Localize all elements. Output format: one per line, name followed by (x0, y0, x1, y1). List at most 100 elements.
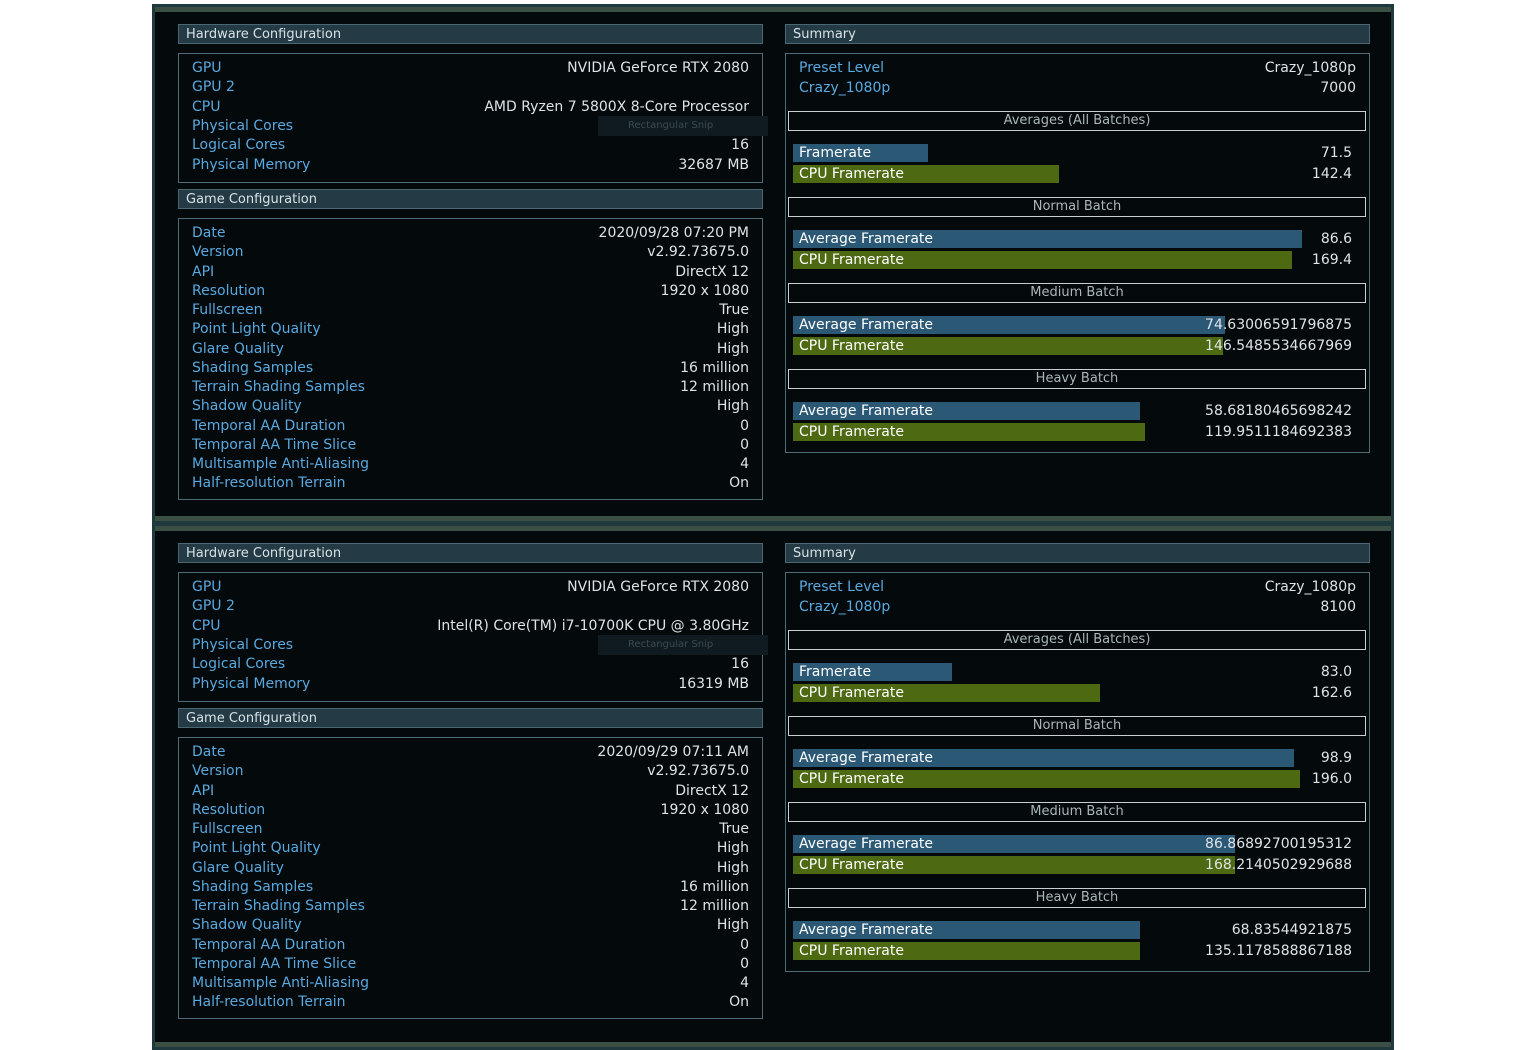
config-key: Temporal AA Time Slice (192, 955, 357, 972)
config-row: API DirectX 12 (192, 782, 749, 801)
framerate-bar-label: CPU Framerate (799, 166, 904, 182)
framerate-bar: Average Framerate 68.83544921875 (793, 921, 1352, 939)
config-key: Logical Cores (192, 656, 286, 673)
window-border-texture (155, 526, 1391, 531)
config-value: High (716, 859, 749, 876)
config-value: Intel(R) Core(TM) i7-10700K CPU @ 3.80GH… (437, 617, 749, 634)
config-key: Physical Memory (192, 675, 311, 692)
config-value: 4 (740, 456, 749, 472)
config-row: Logical Cores 16 (192, 655, 749, 674)
config-value: 1920 x 1080 (660, 282, 749, 299)
config-key: Half-resolution Terrain (192, 994, 346, 1011)
framerate-bar: CPU Framerate 162.6 (793, 684, 1352, 702)
framerate-bar-value: 86.6 (1320, 231, 1352, 247)
summary-header: Summary (785, 24, 1370, 44)
config-key: Shadow Quality (192, 917, 302, 934)
score-label: Crazy_1080p (799, 599, 891, 615)
config-row: Temporal AA Time Slice 0 (192, 436, 749, 455)
config-row: API DirectX 12 (192, 263, 749, 282)
game-config-header: Game Configuration (178, 189, 763, 209)
framerate-bar-value: 71.5 (1320, 145, 1352, 161)
config-row: Terrain Shading Samples 12 million (192, 897, 749, 916)
config-key: Temporal AA Duration (192, 417, 346, 434)
config-key: Point Light Quality (192, 840, 321, 857)
score-row: Crazy_1080p 7000 (799, 79, 1356, 98)
batch-section-header: Heavy Batch (788, 888, 1366, 908)
config-key: Shading Samples (192, 359, 314, 376)
framerate-bar-label: CPU Framerate (799, 857, 904, 873)
window-border-texture (155, 516, 1391, 521)
framerate-bar-value: 98.9 (1320, 750, 1352, 766)
config-key: API (192, 263, 215, 280)
config-row: Point Light Quality High (192, 320, 749, 339)
config-value: NVIDIA GeForce RTX 2080 (567, 579, 749, 595)
framerate-bar-label: Average Framerate (799, 922, 933, 938)
config-row: Shadow Quality High (192, 397, 749, 416)
config-key: CPU (192, 98, 221, 115)
config-key: CPU (192, 617, 221, 634)
config-value: 1920 x 1080 (660, 801, 749, 818)
framerate-bar-value: 146.5485534667969 (1205, 338, 1352, 354)
framerate-bar-value: 135.1178588867188 (1205, 943, 1352, 959)
framerate-bar-label: CPU Framerate (799, 943, 904, 959)
config-value: DirectX 12 (675, 782, 749, 799)
game-config-header: Game Configuration (178, 708, 763, 728)
framerate-bar-label: Average Framerate (799, 836, 933, 852)
config-value: High (716, 917, 749, 934)
framerate-bar-label: Framerate (799, 145, 872, 161)
batch-section-header: Heavy Batch (788, 369, 1366, 389)
config-row: GPU NVIDIA GeForce RTX 2080 (192, 59, 749, 78)
rectangular-snip-overlay: Rectangular Snip (598, 635, 768, 655)
framerate-bar-label: Average Framerate (799, 231, 933, 247)
config-key: API (192, 782, 215, 799)
config-value: True (719, 302, 749, 318)
config-value: 16 million (680, 359, 749, 376)
config-row: Half-resolution Terrain On (192, 474, 749, 493)
config-key: Temporal AA Duration (192, 936, 346, 953)
config-row: Date 2020/09/29 07:11 AM (192, 743, 749, 762)
preset-level-value: Crazy_1080p (1264, 579, 1356, 595)
config-value: 0 (740, 417, 749, 434)
config-row: Temporal AA Time Slice 0 (192, 955, 749, 974)
config-value: 32687 MB (678, 156, 749, 173)
config-value: 16 million (680, 878, 749, 895)
config-value: 12 million (680, 379, 749, 395)
config-row: Physical Memory 32687 MB (192, 156, 749, 175)
config-row: Shading Samples 16 million (192, 878, 749, 897)
score-label: Crazy_1080p (799, 80, 891, 96)
window-border-texture (155, 1042, 1391, 1047)
config-key: Shading Samples (192, 878, 314, 895)
config-value: 0 (740, 436, 749, 453)
batch-section-header: Averages (All Batches) (788, 111, 1366, 131)
framerate-bar: Average Framerate 74.63006591796875 (793, 316, 1352, 334)
hardware-config-header: Hardware Configuration (178, 24, 763, 44)
framerate-bar: Framerate 71.5 (793, 144, 1352, 162)
config-row: Temporal AA Duration 0 (192, 417, 749, 436)
framerate-bar: CPU Framerate 119.9511184692383 (793, 423, 1352, 441)
framerate-bar: CPU Framerate 196.0 (793, 770, 1352, 788)
framerate-bar: CPU Framerate 168.2140502929688 (793, 856, 1352, 874)
config-key: Glare Quality (192, 859, 284, 876)
config-key: Date (192, 225, 226, 241)
framerate-bar-value: 83.0 (1320, 664, 1352, 680)
config-row: Multisample Anti-Aliasing 4 (192, 455, 749, 474)
batch-section-header: Medium Batch (788, 802, 1366, 822)
config-row: Physical Memory 16319 MB (192, 675, 749, 694)
framerate-bar: Average Framerate 98.9 (793, 749, 1352, 767)
config-row: CPU Intel(R) Core(TM) i7-10700K CPU @ 3.8… (192, 617, 749, 636)
config-row: CPU AMD Ryzen 7 5800X 8-Core Processor (192, 98, 749, 117)
config-row: Glare Quality High (192, 859, 749, 878)
config-value: 2020/09/29 07:11 AM (597, 744, 749, 760)
rectangular-snip-overlay: Rectangular Snip (598, 116, 768, 136)
config-row: Glare Quality High (192, 340, 749, 359)
hardware-config-header: Hardware Configuration (178, 543, 763, 563)
config-key: Glare Quality (192, 340, 284, 357)
config-row: Version v2.92.73675.0 (192, 762, 749, 781)
framerate-bar-label: CPU Framerate (799, 685, 904, 701)
framerate-bar-label: Average Framerate (799, 403, 933, 419)
config-value: 12 million (680, 898, 749, 914)
framerate-bar-value: 58.68180465698242 (1205, 403, 1352, 419)
config-value: High (716, 340, 749, 357)
score-value: 7000 (1320, 80, 1356, 96)
config-key: Resolution (192, 801, 266, 818)
